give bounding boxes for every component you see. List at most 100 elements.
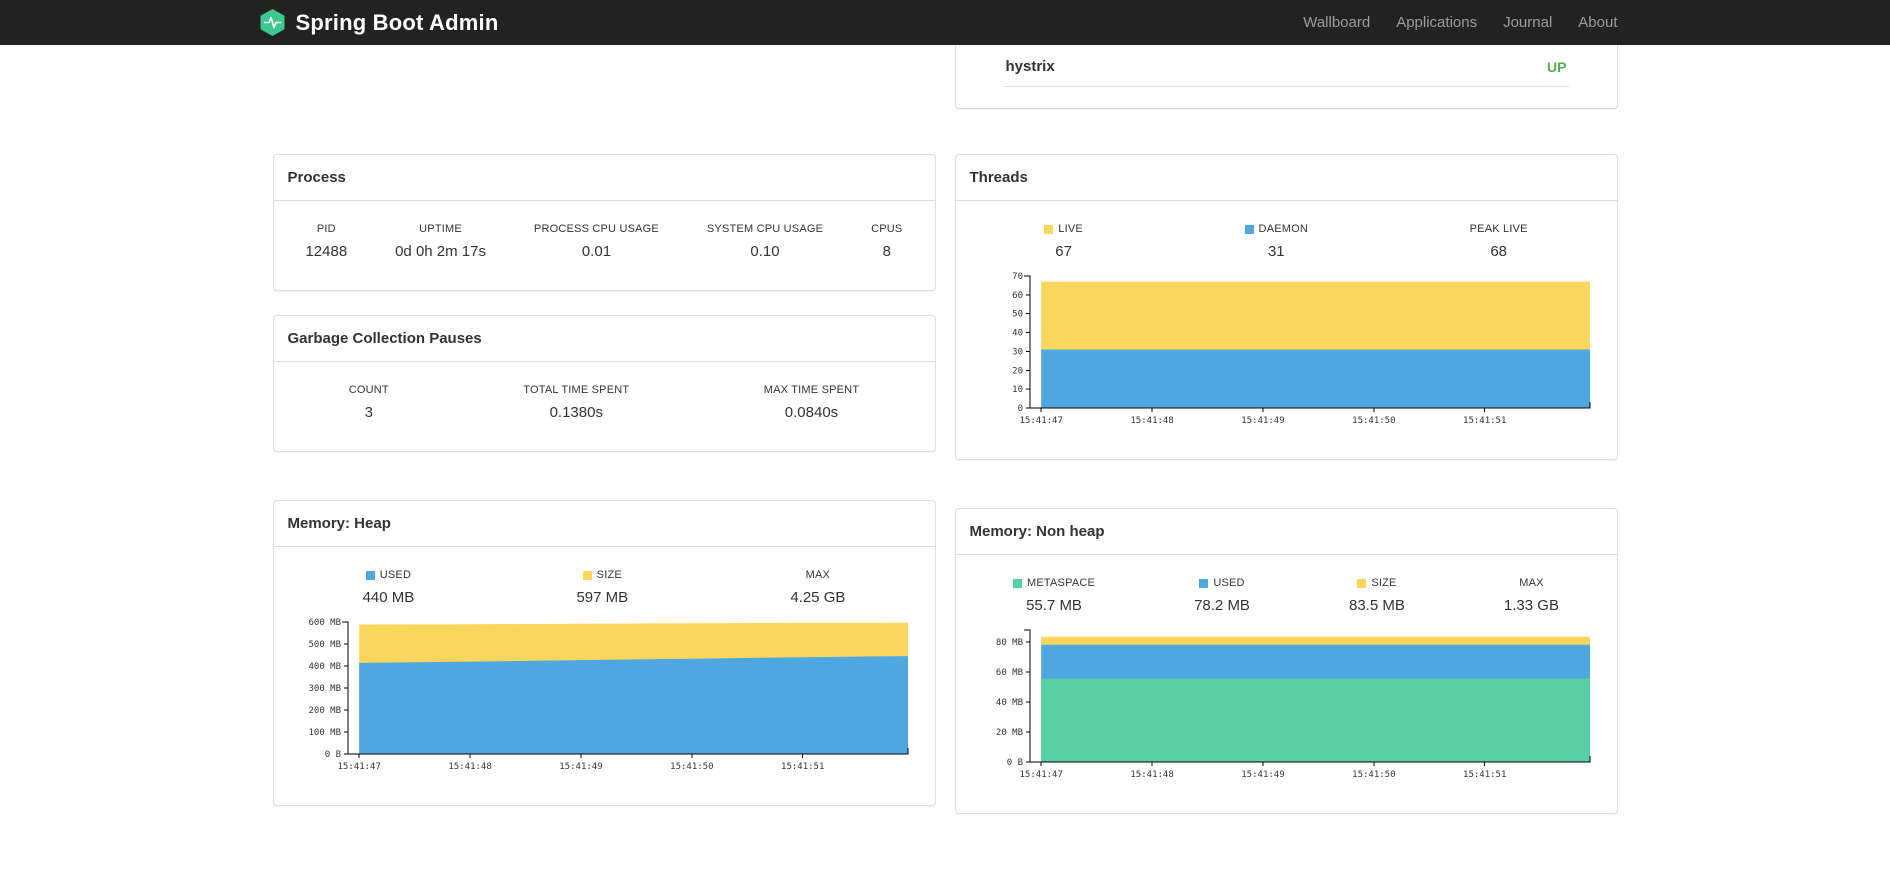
svg-text:20 MB: 20 MB <box>995 728 1022 738</box>
size-swatch <box>1357 578 1367 588</box>
svg-text:15:41:48: 15:41:48 <box>1130 770 1173 780</box>
legend-item-max: MAX 4.25 GB <box>790 569 845 606</box>
stat-value: 0d 0h 2m 17s <box>395 243 486 260</box>
process-card-title: Process <box>273 155 935 201</box>
stat-process-cpu: PROCESS CPU USAGE 0.01 <box>534 223 659 260</box>
svg-text:300 MB: 300 MB <box>308 684 341 694</box>
svg-text:40: 40 <box>1012 329 1023 339</box>
legend-value: 68 <box>1490 243 1507 260</box>
threads-chart: 0 10 20 30 40 50 60 70 15:41:47 15:41:48 15:41:49 1… <box>1012 272 1590 426</box>
applications-status-card: hystrix UP <box>954 45 1618 109</box>
svg-text:200 MB: 200 MB <box>308 706 341 716</box>
memory-nonheap-chart: 0 B 20 MB 40 MB 60 MB 80 MB 15:41:47 15:41:48 1… <box>995 629 1590 780</box>
memory-heap-legend: USED 440 MB SIZE 597 MB MAX 4.25 GB <box>274 547 935 606</box>
stat-value: 0.1380s <box>549 404 603 421</box>
legend-label: PEAK LIVE <box>1469 223 1528 235</box>
stat-label: UPTIME <box>419 223 462 235</box>
memory-nonheap-card: Memory: Non heap METASPACE 55.7 MB USED … <box>954 508 1618 814</box>
nav-link-journal[interactable]: Journal <box>1490 14 1565 31</box>
memory-heap-chart-area: 0 B 100 MB 200 MB 300 MB 400 MB 500 MB 600 MB 1… <box>274 606 935 805</box>
stat-label: PID <box>316 223 336 235</box>
legend-item-live: LIVE 67 <box>1044 223 1083 260</box>
stat-label: CPUS <box>871 223 903 235</box>
svg-text:15:41:51: 15:41:51 <box>1463 416 1506 426</box>
stat-uptime: UPTIME 0d 0h 2m 17s <box>395 223 486 260</box>
legend-value: 55.7 MB <box>1026 597 1082 614</box>
gc-pauses-card: Garbage Collection Pauses COUNT 3 TOTAL … <box>272 315 936 452</box>
legend-item-used: USED 440 MB <box>363 569 415 606</box>
memory-nonheap-card-title: Memory: Non heap <box>955 509 1617 555</box>
svg-text:15:41:48: 15:41:48 <box>1130 416 1173 426</box>
stat-value: 0.10 <box>750 243 780 260</box>
threads-card: Threads LIVE 67 DAEMON 31 PEAK LIVE 68 0… <box>954 154 1618 460</box>
svg-text:50: 50 <box>1012 310 1023 320</box>
nav-link-about[interactable]: About <box>1565 14 1617 31</box>
legend-label: MAX <box>805 569 831 581</box>
svg-text:15:41:50: 15:41:50 <box>1352 770 1395 780</box>
svg-text:70: 70 <box>1012 272 1023 282</box>
stat-label: PROCESS CPU USAGE <box>533 223 659 235</box>
svg-text:60: 60 <box>1012 291 1023 301</box>
stat-value: 3 <box>364 404 373 421</box>
status-badge: UP <box>1547 58 1567 75</box>
svg-text:15:41:51: 15:41:51 <box>781 762 824 772</box>
memory-heap-card: Memory: Heap USED 440 MB SIZE 597 MB MAX… <box>272 500 936 806</box>
legend-item-used: USED 78.2 MB <box>1194 577 1250 614</box>
process-stats: PID 12488 UPTIME 0d 0h 2m 17s PROCESS CP… <box>274 201 935 290</box>
svg-text:400 MB: 400 MB <box>308 662 341 672</box>
service-name: hystrix <box>1005 58 1055 75</box>
legend-label: MAX <box>1519 577 1544 589</box>
legend-label: SIZE <box>596 569 622 581</box>
svg-text:15:41:47: 15:41:47 <box>337 762 380 772</box>
main-content: Process PID 12488 UPTIME 0d 0h 2m 17s PR… <box>272 45 1618 814</box>
threads-legend: LIVE 67 DAEMON 31 PEAK LIVE 68 <box>956 201 1617 260</box>
stat-system-cpu: SYSTEM CPU USAGE 0.10 <box>707 223 823 260</box>
legend-value: 67 <box>1055 243 1072 260</box>
nav-link-applications[interactable]: Applications <box>1383 14 1490 31</box>
legend-value: 4.25 GB <box>790 589 846 606</box>
stat-label: TOTAL TIME SPENT <box>523 384 630 396</box>
brand-link[interactable]: Spring Boot Admin <box>259 8 499 37</box>
used-swatch <box>365 570 375 580</box>
nav-link-wallboard[interactable]: Wallboard <box>1290 14 1383 31</box>
stat-label: SYSTEM CPU USAGE <box>706 223 824 235</box>
stat-gc-total-time: TOTAL TIME SPENT 0.1380s <box>523 384 629 421</box>
legend-label: LIVE <box>1058 223 1083 235</box>
svg-text:500 MB: 500 MB <box>308 640 341 650</box>
memory-nonheap-chart-area: 0 B 20 MB 40 MB 60 MB 80 MB 15:41:47 15:41:48 1… <box>956 614 1617 813</box>
live-swatch <box>1044 224 1054 234</box>
legend-value: 31 <box>1267 243 1285 260</box>
legend-label: USED <box>1213 577 1245 589</box>
svg-text:15:41:50: 15:41:50 <box>670 762 713 772</box>
svg-text:10: 10 <box>1012 385 1023 395</box>
svg-text:60 MB: 60 MB <box>995 668 1022 678</box>
stat-value: 0.01 <box>581 243 612 260</box>
stat-value: 8 <box>882 243 891 260</box>
right-column: hystrix UP Threads LIVE 67 DAEMON 31 PEA… <box>954 45 1618 814</box>
metaspace-swatch <box>1013 578 1023 588</box>
gc-stats: COUNT 3 TOTAL TIME SPENT 0.1380s MAX TIM… <box>274 362 935 451</box>
svg-text:15:41:47: 15:41:47 <box>1019 416 1062 426</box>
svg-text:15:41:51: 15:41:51 <box>1463 770 1506 780</box>
used-swatch <box>1199 578 1209 588</box>
svg-text:15:41:50: 15:41:50 <box>1352 416 1395 426</box>
svg-text:30: 30 <box>1012 347 1023 357</box>
svg-text:0: 0 <box>1017 404 1022 414</box>
legend-value: 440 MB <box>362 589 415 606</box>
legend-label: SIZE <box>1371 577 1397 589</box>
legend-item-size: SIZE 597 MB <box>576 569 628 606</box>
legend-value: 1.33 GB <box>1503 597 1559 614</box>
daemon-swatch <box>1244 224 1254 234</box>
svg-text:15:41:47: 15:41:47 <box>1019 770 1062 780</box>
svg-text:100 MB: 100 MB <box>308 728 341 738</box>
service-row-hystrix[interactable]: hystrix UP <box>1003 45 1569 87</box>
app-logo-icon <box>259 8 286 37</box>
app-title: Spring Boot Admin <box>295 9 499 35</box>
top-navbar: Spring Boot Admin Wallboard Applications… <box>0 0 1890 45</box>
nav-links: Wallboard Applications Journal About <box>1290 14 1617 31</box>
legend-item-size: SIZE 83.5 MB <box>1349 577 1405 614</box>
memory-heap-card-title: Memory: Heap <box>273 501 935 547</box>
stat-cpus: CPUS 8 <box>871 223 902 260</box>
legend-item-daemon: DAEMON 31 <box>1244 223 1308 260</box>
svg-text:15:41:49: 15:41:49 <box>1241 416 1284 426</box>
